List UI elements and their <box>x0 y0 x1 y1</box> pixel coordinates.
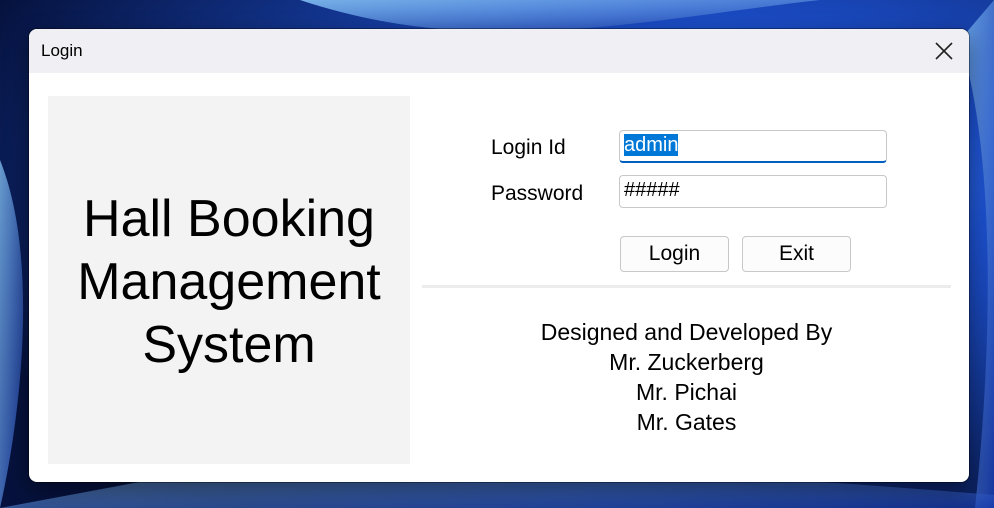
login-id-label: Login Id <box>491 136 566 159</box>
close-button[interactable] <box>919 29 969 73</box>
window-title: Login <box>41 41 83 60</box>
credits-name: Mr. Gates <box>636 409 737 435</box>
password-field[interactable]: ##### <box>619 175 887 208</box>
app-name-line: System <box>142 316 316 374</box>
credits: Designed and Developed By Mr. Zuckerberg… <box>449 317 924 437</box>
app-name: Hall Booking Management System <box>48 188 410 377</box>
login-window: Login Hall Booking Management System Log… <box>29 29 969 482</box>
app-name-line: Management <box>77 253 381 311</box>
app-name-line: Hall Booking <box>83 190 375 248</box>
login-button[interactable]: Login <box>620 236 729 272</box>
credits-name: Mr. Zuckerberg <box>609 349 764 375</box>
exit-button[interactable]: Exit <box>742 236 851 272</box>
login-id-value: admin <box>624 134 679 156</box>
title-bar[interactable]: Login <box>29 29 969 73</box>
branding-panel: Hall Booking Management System <box>48 96 410 464</box>
password-label: Password <box>491 182 584 205</box>
close-icon <box>935 42 953 60</box>
password-value: ##### <box>624 179 680 201</box>
divider <box>422 285 951 288</box>
credits-name: Mr. Pichai <box>636 379 737 405</box>
credits-heading: Designed and Developed By <box>540 319 833 345</box>
login-id-field[interactable]: admin <box>619 130 887 163</box>
